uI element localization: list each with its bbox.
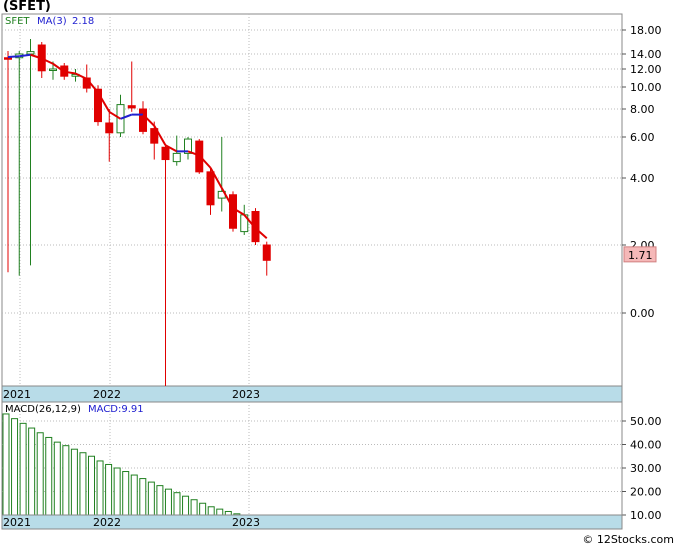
macd-x-tick-label: 2023 <box>232 516 260 529</box>
macd-bar <box>224 510 232 516</box>
macd-bar <box>70 448 78 516</box>
candle-body <box>49 68 57 71</box>
macd-bar <box>156 485 164 516</box>
macd-bar <box>88 455 95 516</box>
macd-bar <box>164 488 172 516</box>
macd-bar <box>96 460 104 516</box>
last-price-label: 1.71 <box>628 249 653 262</box>
macd-tick-label: 30.00 <box>630 462 662 475</box>
price-tick-label: 6.00 <box>630 131 655 144</box>
macd-bar <box>130 474 138 516</box>
candle-body <box>139 108 147 132</box>
macd-bar <box>173 492 181 516</box>
macd-bar <box>190 499 198 516</box>
site-credit: © 12Stocks.com <box>582 533 674 546</box>
chart-title: (SFET) <box>3 0 51 14</box>
price-panel <box>1 13 623 387</box>
ma-line-segment <box>7 55 20 58</box>
macd-bar <box>79 452 87 516</box>
macd-bar <box>28 427 36 516</box>
price-tick-label: 10.00 <box>630 81 662 94</box>
macd-tick-label: 10.00 <box>630 509 662 522</box>
macd-bar <box>19 422 27 516</box>
candle-body <box>105 122 114 134</box>
price-tick-label: 14.00 <box>630 48 662 61</box>
ticker-label: SFET <box>5 16 30 27</box>
macd-bar <box>199 502 207 516</box>
candle-body <box>206 171 215 206</box>
macd-bar <box>139 478 147 516</box>
macd-tick-label: 20.00 <box>630 486 662 499</box>
macd-bar <box>2 413 10 516</box>
price-tick-label: 4.00 <box>630 172 655 185</box>
candle-body <box>229 194 237 229</box>
macd-tick-label: 40.00 <box>630 439 662 452</box>
price-tick-label: 12.00 <box>630 63 662 76</box>
macd-bar <box>147 481 155 516</box>
macd-bar <box>105 463 113 516</box>
macd-bar <box>207 506 215 516</box>
macd-label: MACD(26,12,9) <box>5 404 81 415</box>
macd-tick-label: 50.00 <box>630 415 662 428</box>
price-tick-label: 18.00 <box>630 24 662 37</box>
macd-bar <box>182 495 190 516</box>
macd-bar <box>53 441 61 516</box>
price-x-tick-label: 2023 <box>232 388 260 401</box>
macd-bar <box>11 418 19 516</box>
candle-body <box>127 105 136 109</box>
macd-bar <box>122 471 130 516</box>
price-x-tick-label: 2022 <box>93 388 121 401</box>
candle-body <box>262 244 271 261</box>
macd-bar <box>113 467 121 516</box>
candle-body <box>161 146 170 161</box>
candle-body <box>26 51 35 55</box>
macd-x-tick-label: 2021 <box>3 516 31 529</box>
stock-chart: 0.002.004.006.008.0010.0012.0014.0018.00… <box>1 13 662 530</box>
price-tick-label: 0.00 <box>630 307 655 320</box>
candle-body <box>172 152 181 163</box>
macd-bar <box>62 445 70 516</box>
ma-value: 2.18 <box>72 16 94 27</box>
price-x-tick-label: 2021 <box>3 388 31 401</box>
macd-value: MACD:9.91 <box>88 404 144 415</box>
macd-bar <box>36 432 44 516</box>
candle-body <box>4 57 12 60</box>
ma-label: MA(3) <box>37 16 67 27</box>
macd-bar <box>45 436 53 516</box>
macd-bar <box>216 508 224 516</box>
macd-x-tick-label: 2022 <box>93 516 121 529</box>
price-tick-label: 8.00 <box>630 103 655 116</box>
